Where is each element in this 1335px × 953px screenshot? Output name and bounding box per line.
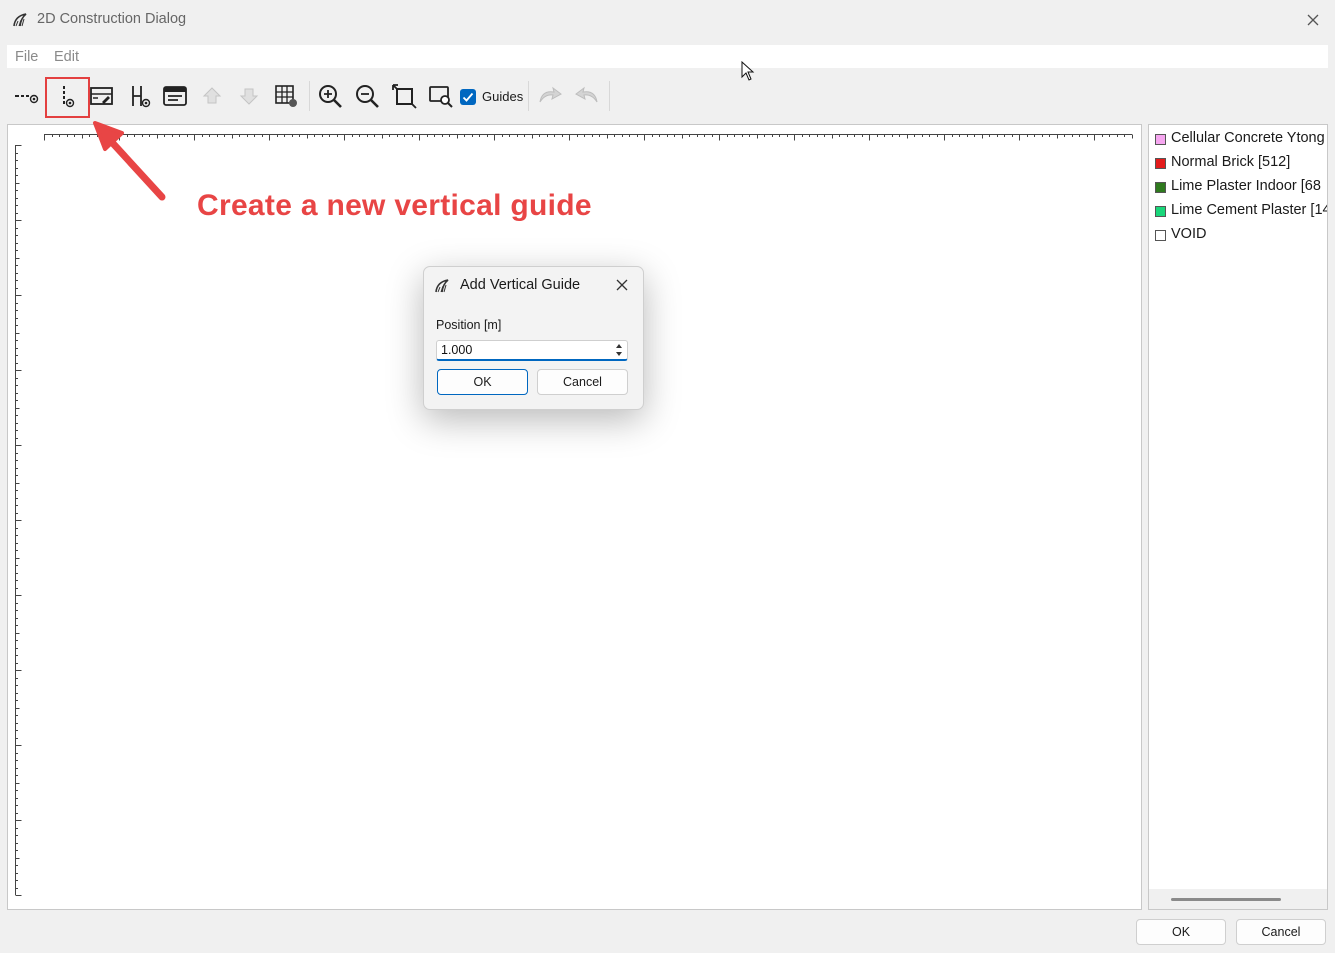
app-icon [435,279,449,293]
window-title: 2D Construction Dialog [37,11,187,27]
legend-swatch [1155,134,1166,145]
dialog-ok-button[interactable]: OK [437,369,528,395]
legend-swatch [1155,230,1166,241]
menu-edit[interactable]: Edit [54,49,79,65]
edit-guide-button[interactable] [88,82,116,110]
zoom-out-button[interactable] [353,82,381,110]
move-down-icon [239,88,259,105]
material-legend: Cellular Concrete Ytong Normal Brick [51… [1148,124,1328,910]
menu-bar: File Edit [7,45,1328,68]
legend-swatch [1155,182,1166,193]
guides-label[interactable]: Guides [482,89,523,104]
properties-button[interactable] [161,82,189,110]
move-up-icon [202,87,222,104]
toolbar: Guides [0,72,1335,120]
distribute-button[interactable] [127,82,155,110]
redo-button[interactable] [573,82,601,110]
title-bar: 2D Construction Dialog [0,0,1335,40]
checkmark-icon [462,92,474,102]
move-up-button[interactable] [198,82,226,110]
undo-button[interactable] [536,82,564,110]
legend-label: Normal Brick [512] [1171,154,1291,170]
distribute-icon [132,86,151,108]
cancel-button[interactable]: Cancel [1236,919,1326,945]
legend-item-normal-brick[interactable]: Normal Brick [512] [1154,154,1327,174]
close-icon[interactable] [1303,10,1323,30]
edit-guide-icon [90,87,113,105]
close-icon[interactable] [613,276,631,294]
dialog-cancel-button[interactable]: Cancel [537,369,628,395]
drawing-canvas[interactable] [7,124,1142,910]
guides-checkbox[interactable] [460,89,476,105]
legend-label: VOID [1171,226,1207,242]
legend-label: Cellular Concrete Ytong [1171,130,1325,146]
zoom-in-icon [319,85,342,108]
add-horizontal-guide-button[interactable] [12,82,40,110]
app-icon [13,13,27,27]
legend-label: Lime Cement Plaster [14 [1171,202,1328,218]
spin-arrows-icon[interactable] [613,342,625,358]
toolbar-separator [528,81,529,111]
toolbar-separator [309,81,310,111]
ok-button[interactable]: OK [1136,919,1226,945]
grid-button[interactable] [272,82,300,110]
legend-swatch [1155,158,1166,169]
legend-scrollbar-thumb[interactable] [1171,898,1281,901]
zoom-out-icon [356,85,379,108]
position-input[interactable] [436,340,628,361]
zoom-region-button[interactable] [427,82,455,110]
dialog-title: Add Vertical Guide [460,277,581,293]
legend-item-lime-plaster-indoor[interactable]: Lime Plaster Indoor [68 [1154,178,1327,198]
ruler [15,134,1133,896]
toolbar-separator [609,81,610,111]
legend-label: Lime Plaster Indoor [68 [1171,178,1321,194]
zoom-fit-icon [392,84,417,109]
legend-item-void[interactable]: VOID [1154,226,1327,246]
legend-item-lime-cement-plaster[interactable]: Lime Cement Plaster [14 [1154,202,1328,222]
mouse-cursor-icon [741,61,755,81]
grid-icon [275,85,297,107]
redo-icon [575,86,598,103]
zoom-region-icon [429,86,453,108]
zoom-in-button[interactable] [316,82,344,110]
undo-icon [539,86,562,103]
legend-scrollbar[interactable] [1149,889,1327,909]
annotation-text: Create a new vertical guide [197,189,592,222]
zoom-fit-button[interactable] [390,82,418,110]
position-label: Position [m] [436,318,502,332]
add-horizontal-guide-icon [15,94,39,104]
properties-icon [163,86,187,106]
move-down-button[interactable] [235,82,263,110]
highlight-box [45,77,90,118]
legend-item-cellular-concrete[interactable]: Cellular Concrete Ytong [1154,130,1327,150]
legend-swatch [1155,206,1166,217]
add-vertical-guide-dialog: Add Vertical Guide Position [m] OK Cance… [423,266,644,410]
menu-file[interactable]: File [15,49,38,65]
